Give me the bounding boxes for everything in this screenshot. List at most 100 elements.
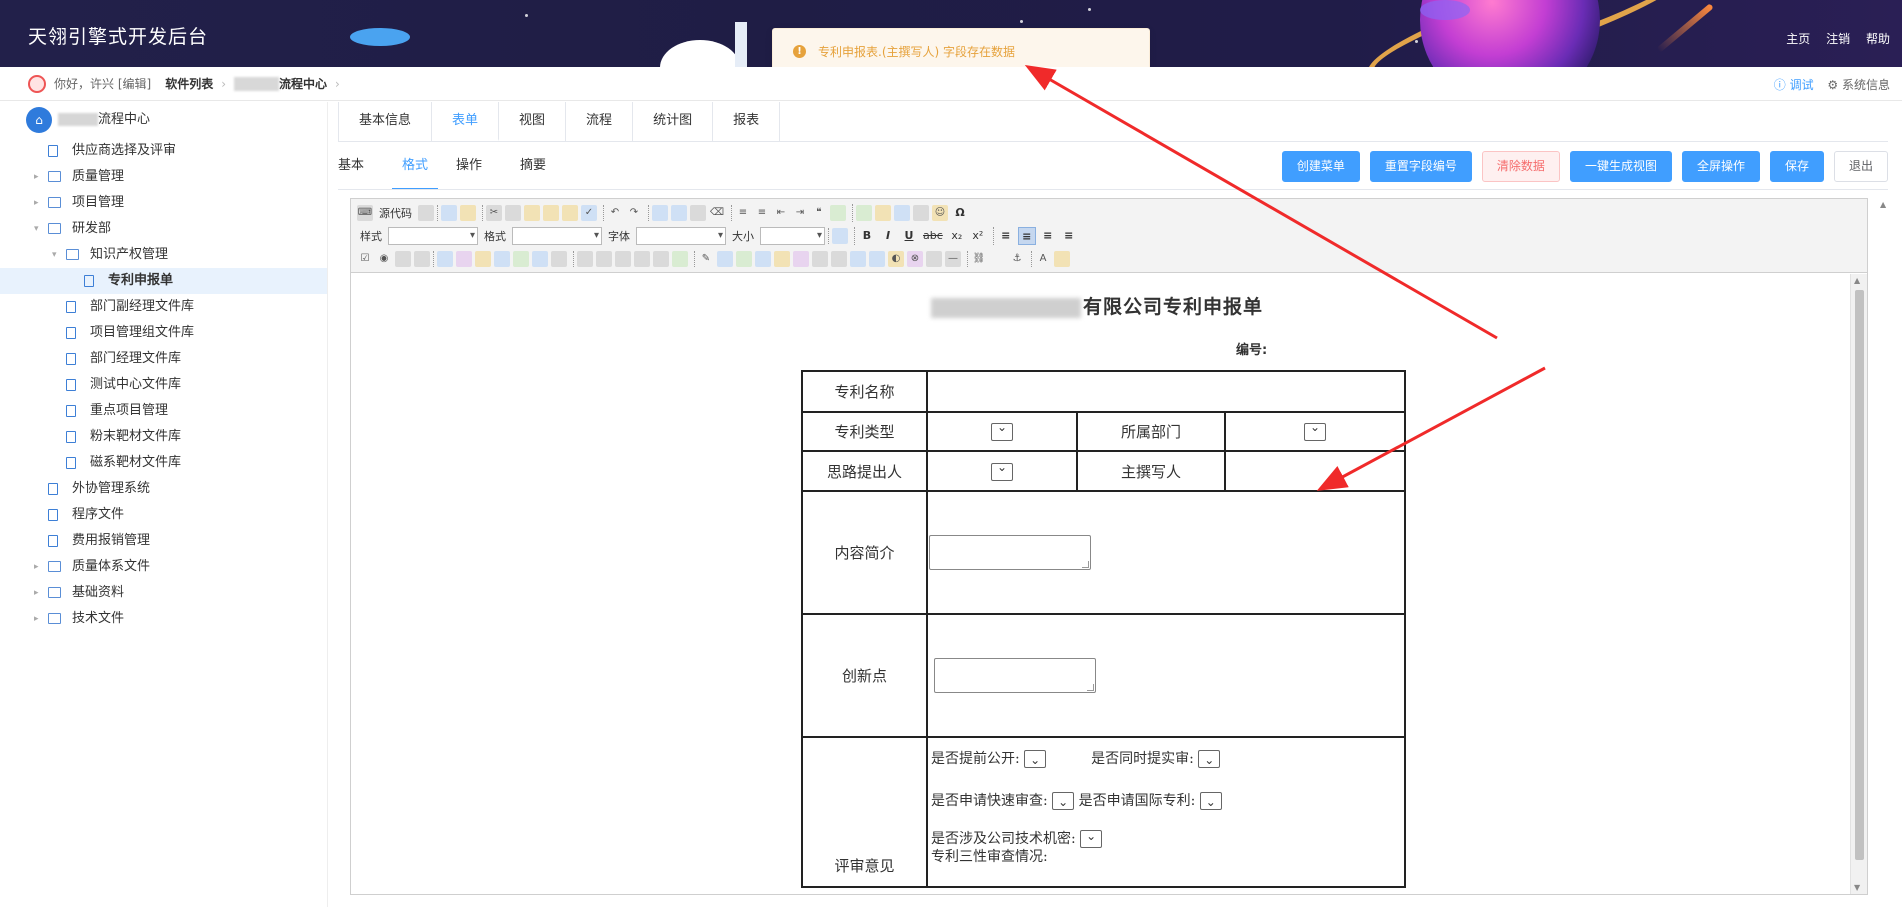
zoom-icon[interactable] xyxy=(832,227,848,244)
summary-textarea[interactable] xyxy=(929,535,1091,570)
textarea-field-icon[interactable] xyxy=(414,250,430,267)
div-icon[interactable] xyxy=(830,204,846,221)
chart-field-icon[interactable] xyxy=(869,250,885,267)
fullscreen-button[interactable]: 全屏操作 xyxy=(1681,151,1760,182)
caret-right-icon[interactable]: ▸ xyxy=(34,606,39,632)
subtab-format[interactable]: 格式 xyxy=(392,150,439,190)
pencil-icon[interactable]: ✎ xyxy=(698,251,714,267)
sidebar-item[interactable]: 外协管理系统 xyxy=(0,476,327,502)
image-icon[interactable] xyxy=(856,204,872,221)
align-right-icon[interactable]: ≡ xyxy=(1039,227,1057,245)
sidebar-item[interactable]: 测试中心文件库 xyxy=(0,372,327,398)
preview-icon[interactable] xyxy=(441,204,457,221)
generate-view-button[interactable]: 一键生成视图 xyxy=(1569,151,1672,182)
tab-flow[interactable]: 流程 xyxy=(566,102,634,141)
sidebar-item[interactable]: 专利申报单 xyxy=(0,268,327,294)
layer-icon[interactable] xyxy=(717,250,733,267)
tree-root[interactable]: ⌂ 流程中心 xyxy=(0,102,327,138)
debug-link[interactable]: ⓘ 调试 xyxy=(1774,78,1814,92)
select-all-icon[interactable] xyxy=(690,204,706,221)
bullet-list-icon[interactable]: ≡ xyxy=(754,205,770,221)
sidebar-item[interactable]: 部门副经理文件库 xyxy=(0,294,327,320)
superscript-icon[interactable]: x² xyxy=(969,227,987,245)
template-icon[interactable] xyxy=(460,204,476,221)
cut-icon[interactable]: ✂ xyxy=(486,204,502,221)
sidebar-item[interactable]: ▸ 技术文件 xyxy=(0,606,327,632)
sidebar-item[interactable]: 项目管理组文件库 xyxy=(0,320,327,346)
subscript-icon[interactable]: x₂ xyxy=(948,227,966,245)
blockquote-icon[interactable]: ❝ xyxy=(811,205,827,221)
home-link[interactable]: 主页 xyxy=(1786,32,1810,46)
main-writer-cell[interactable] xyxy=(1224,450,1406,492)
subtab-basic[interactable]: 基本 xyxy=(338,150,384,190)
sidebar-item[interactable]: 部门经理文件库 xyxy=(0,346,327,372)
patent-name-cell[interactable] xyxy=(926,370,1406,413)
spellcheck-icon[interactable]: ✓ xyxy=(581,204,597,221)
paste-icon[interactable] xyxy=(524,204,540,221)
system-info-link[interactable]: ⚙ 系统信息 xyxy=(1827,78,1890,92)
sidebar-item[interactable]: ▾ 研发部 xyxy=(0,216,327,242)
reset-field-number-button[interactable]: 重置字段编号 xyxy=(1369,151,1472,182)
breadcrumb-software-list[interactable]: 软件列表 xyxy=(165,75,213,92)
sidebar-item[interactable]: 粉末靶材文件库 xyxy=(0,424,327,450)
secret-select[interactable] xyxy=(1080,827,1103,848)
unlink-icon[interactable] xyxy=(990,251,1006,267)
page-scrollbar[interactable]: ▲ xyxy=(1880,198,1894,895)
idea-proposer-select[interactable] xyxy=(991,460,1013,481)
separator-field-icon[interactable]: — xyxy=(945,250,961,267)
caret-right-icon[interactable]: ▸ xyxy=(34,164,39,190)
eraser-icon[interactable]: ⌫ xyxy=(709,205,725,221)
create-menu-button[interactable]: 创建菜单 xyxy=(1281,151,1360,182)
tab-report[interactable]: 报表 xyxy=(713,102,781,141)
tab-stat-chart[interactable]: 统计图 xyxy=(633,102,714,141)
save-button[interactable]: 保存 xyxy=(1769,151,1824,182)
bold-button[interactable]: B xyxy=(858,227,876,245)
indent-icon[interactable]: ⇥ xyxy=(792,205,808,221)
underline-button[interactable]: U xyxy=(900,227,918,245)
help-link[interactable]: 帮助 xyxy=(1866,32,1890,46)
paste-word-icon[interactable] xyxy=(562,204,578,221)
button-field-icon[interactable] xyxy=(634,250,650,267)
sidebar-item[interactable]: 重点项目管理 xyxy=(0,398,327,424)
dept-field-icon[interactable] xyxy=(494,250,510,267)
numbered-list-icon[interactable]: ≡ xyxy=(735,205,751,221)
find-icon[interactable] xyxy=(652,204,668,221)
early-publish-select[interactable] xyxy=(1024,747,1047,773)
include-field-icon[interactable] xyxy=(596,250,612,267)
caret-right-icon[interactable]: ▸ xyxy=(34,554,39,580)
international-select[interactable] xyxy=(1199,789,1222,815)
source-code-button[interactable]: 源代码 xyxy=(376,205,415,221)
tab-field-icon[interactable] xyxy=(615,250,631,267)
replace-icon[interactable] xyxy=(671,204,687,221)
table-icon[interactable] xyxy=(894,204,910,221)
date-field-icon[interactable] xyxy=(456,250,472,267)
sidebar-item[interactable]: ▸ 质量体系文件 xyxy=(0,554,327,580)
query-field-icon[interactable] xyxy=(653,250,669,267)
bg-color-icon[interactable] xyxy=(1054,250,1070,267)
size-select[interactable] xyxy=(760,226,825,245)
caret-down-icon[interactable]: ▾ xyxy=(52,242,57,268)
line-field-icon[interactable] xyxy=(577,250,593,267)
map-icon[interactable] xyxy=(774,250,790,267)
substantive-select[interactable] xyxy=(1198,747,1221,773)
sidebar-item[interactable]: ▸ 质量管理 xyxy=(0,164,327,190)
exit-button[interactable]: 退出 xyxy=(1833,151,1888,182)
style-select[interactable] xyxy=(388,226,478,245)
format-select[interactable] xyxy=(512,226,602,245)
scroll-up-icon[interactable]: ▲ xyxy=(1854,276,1860,285)
photo-icon[interactable] xyxy=(755,250,771,267)
subtab-operation[interactable]: 操作 xyxy=(456,150,502,190)
checkbox-field-icon[interactable]: ☑ xyxy=(357,251,373,267)
font-select[interactable] xyxy=(636,226,726,245)
tab-form[interactable]: 表单 xyxy=(432,102,500,141)
anchor-icon[interactable]: ⚓ xyxy=(1009,251,1025,267)
logout-link[interactable]: 注销 xyxy=(1826,32,1850,46)
location-icon[interactable] xyxy=(793,250,809,267)
innovation-textarea[interactable] xyxy=(934,658,1096,693)
patent-type-select[interactable] xyxy=(991,420,1013,441)
number-field-icon[interactable] xyxy=(926,250,942,267)
view-field-icon[interactable] xyxy=(532,250,548,267)
scroll-down-icon[interactable]: ▼ xyxy=(1854,883,1860,892)
scroll-up-icon[interactable]: ▲ xyxy=(1880,200,1886,209)
scrollbar-thumb[interactable] xyxy=(1855,290,1864,860)
